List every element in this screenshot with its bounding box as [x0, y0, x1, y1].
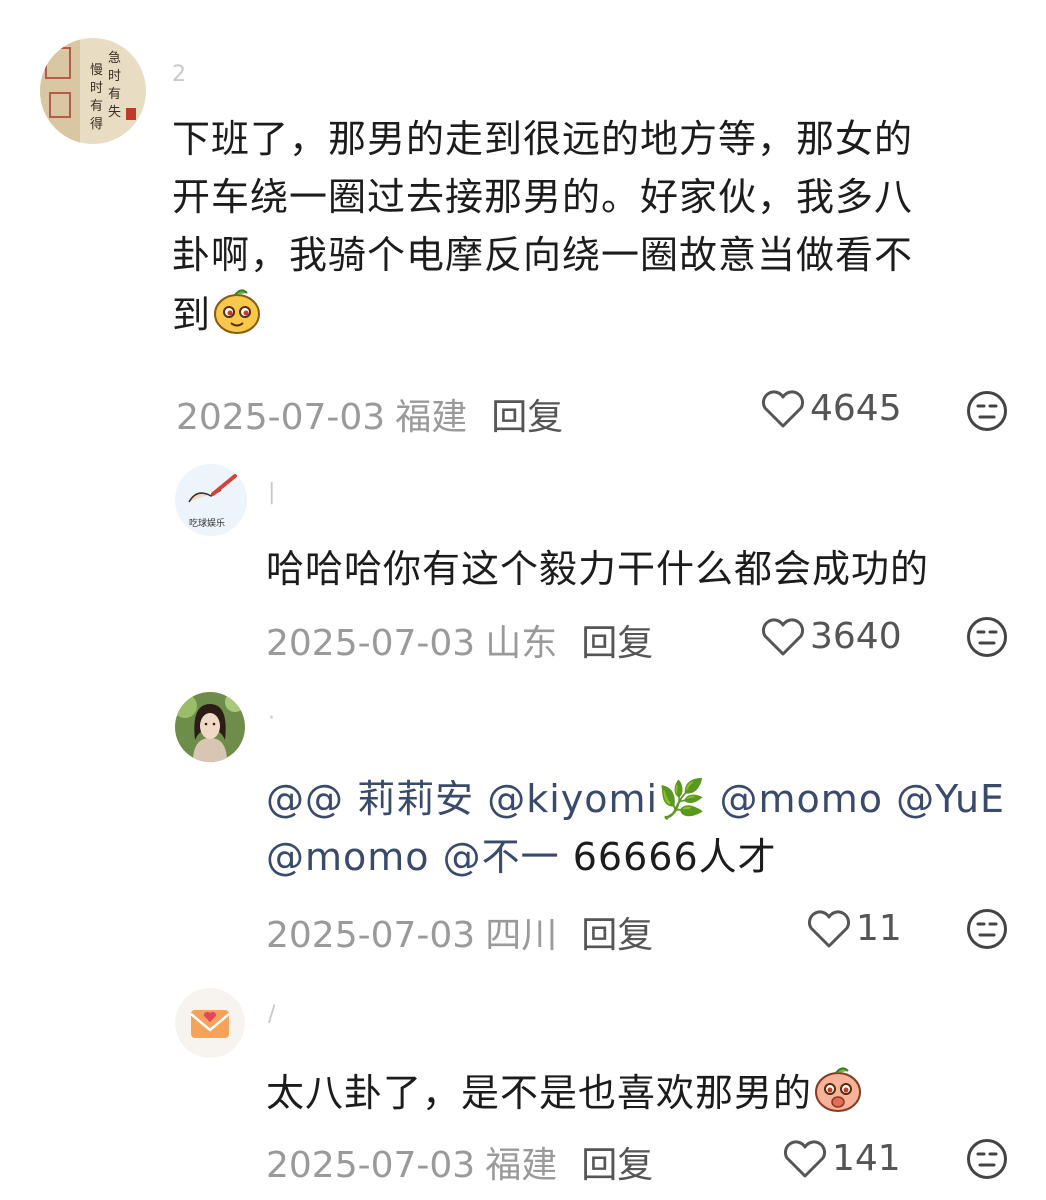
comment-date: 2025-07-03 — [266, 623, 476, 664]
comment-text-line: 开车绕一圈过去接那男的。好家伙，我多八 — [172, 175, 914, 219]
comment-location: 山东 — [485, 623, 558, 664]
svg-text:有: 有 — [108, 87, 121, 102]
shy-sticker-emoji — [812, 1062, 864, 1114]
emoji-reaction-button[interactable] — [966, 616, 1008, 658]
like-button[interactable]: 3640 — [760, 616, 902, 657]
user-avatar[interactable]: 吃球娱乐 — [175, 464, 247, 536]
mention-link[interactable]: @不一 — [443, 835, 560, 879]
mention-link[interactable]: @YuE — [896, 777, 1005, 821]
svg-text:急: 急 — [108, 51, 121, 66]
reply-button[interactable]: 回复 — [581, 915, 653, 956]
emoji-reaction-button[interactable] — [966, 1138, 1008, 1180]
drawing-avatar-icon: 吃球娱乐 — [175, 464, 247, 536]
comment-4: / 太八卦了，是不是也喜欢那男的 2025-07-03 福建 回复 141 — [0, 980, 1046, 1200]
comment-text-line: 下班了，那男的走到很远的地方等，那女的 — [172, 117, 914, 161]
heart-outline-icon — [761, 617, 805, 655]
like-button[interactable]: 4645 — [760, 388, 902, 429]
heart-outline-icon — [783, 1139, 827, 1177]
svg-text:时: 时 — [108, 69, 121, 84]
comment-text: 哈哈哈你有这个毅力干什么都会成功的 — [266, 547, 930, 591]
mention-link[interactable]: @kiyomi🌿 — [487, 777, 706, 821]
reply-button[interactable]: 回复 — [491, 397, 563, 438]
heart-outline-icon — [761, 389, 805, 427]
portrait-avatar-icon — [175, 692, 245, 762]
comment-meta: 2025-07-03 山东 回复 — [266, 614, 653, 666]
svg-text:失: 失 — [108, 105, 121, 120]
username[interactable]: · — [268, 706, 275, 731]
calligraphy-avatar-icon: 急 时 有 失 慢 时 有 得 — [40, 38, 146, 144]
comment-text: 下班了，那男的走到很远的地方等，那女的 开车绕一圈过去接那男的。好家伙，我多八 … — [172, 110, 1012, 344]
mention-link[interactable]: @@ 莉莉安 — [266, 777, 474, 821]
comment-meta: 2025-07-03 四川 回复 — [266, 906, 653, 958]
emoji-reaction-button[interactable] — [966, 908, 1008, 950]
comment-text-suffix: 66666人才 — [572, 835, 777, 879]
neutral-face-icon — [967, 1139, 1007, 1179]
heart-outline-icon — [807, 909, 851, 947]
comment-text: @@ 莉莉安 @kiyomi🌿 @momo @YuE @momo @不一 666… — [266, 770, 1026, 886]
comment-date: 2025-07-03 — [266, 1145, 476, 1186]
comment-location: 福建 — [395, 397, 468, 438]
reply-button[interactable]: 回复 — [581, 1145, 653, 1186]
comment-text-line: 卦啊，我骑个电摩反向绕一圈故意当做看不 — [172, 233, 914, 277]
comment-meta: 2025-07-03 福建 回复 — [176, 388, 563, 440]
neutral-face-icon — [967, 391, 1007, 431]
comment-2: 吃球娱乐 | 哈哈哈你有这个毅力干什么都会成功的 2025-07-03 山东 回复 … — [0, 450, 1046, 680]
like-count: 141 — [832, 1138, 901, 1179]
neutral-face-icon — [967, 617, 1007, 657]
username[interactable]: 2 — [172, 62, 186, 87]
comment-date: 2025-07-03 — [266, 915, 476, 956]
envelope-heart-avatar-icon — [175, 988, 245, 1058]
like-count: 3640 — [810, 616, 902, 657]
svg-text:得: 得 — [90, 116, 103, 132]
like-button[interactable]: 11 — [806, 908, 902, 949]
username[interactable]: / — [268, 1002, 275, 1027]
user-avatar[interactable] — [175, 988, 245, 1058]
comment-date: 2025-07-03 — [176, 397, 386, 438]
svg-text:吃球娱乐: 吃球娱乐 — [189, 517, 225, 529]
like-count: 11 — [856, 908, 902, 949]
comment-text-line: 到 — [172, 284, 1012, 344]
comment-text-tail: 到 — [172, 293, 212, 337]
comment-3: · @@ 莉莉安 @kiyomi🌿 @momo @YuE @momo @不一 6… — [0, 680, 1046, 980]
comment-text: 太八卦了，是不是也喜欢那男的 — [266, 1062, 1026, 1122]
mention-line: @momo @不一 66666人才 — [266, 828, 1026, 886]
svg-text:慢: 慢 — [90, 62, 103, 78]
comment-location: 四川 — [485, 915, 558, 956]
username[interactable]: | — [268, 480, 275, 505]
svg-text:时: 时 — [90, 81, 103, 96]
mention-link[interactable]: @momo — [266, 835, 430, 879]
emoji-reaction-button[interactable] — [966, 390, 1008, 432]
smirk-sticker-emoji — [211, 284, 263, 336]
user-avatar[interactable]: 急 时 有 失 慢 时 有 得 — [40, 38, 146, 144]
comment-meta: 2025-07-03 福建 回复 — [266, 1136, 653, 1188]
like-button[interactable]: 141 — [782, 1138, 901, 1179]
mention-link[interactable]: @momo — [719, 777, 883, 821]
neutral-face-icon — [967, 909, 1007, 949]
reply-button[interactable]: 回复 — [581, 623, 653, 664]
comment-text-body: 太八卦了，是不是也喜欢那男的 — [266, 1071, 813, 1115]
mention-line: @@ 莉莉安 @kiyomi🌿 @momo @YuE — [266, 770, 1026, 828]
user-avatar[interactable] — [175, 692, 245, 762]
comment-1: 急 时 有 失 慢 时 有 得 2 下班了，那男的走到很远的地方等，那女的 开车… — [0, 0, 1046, 450]
comment-location: 福建 — [485, 1145, 558, 1186]
svg-text:有: 有 — [90, 99, 103, 114]
like-count: 4645 — [810, 388, 902, 429]
